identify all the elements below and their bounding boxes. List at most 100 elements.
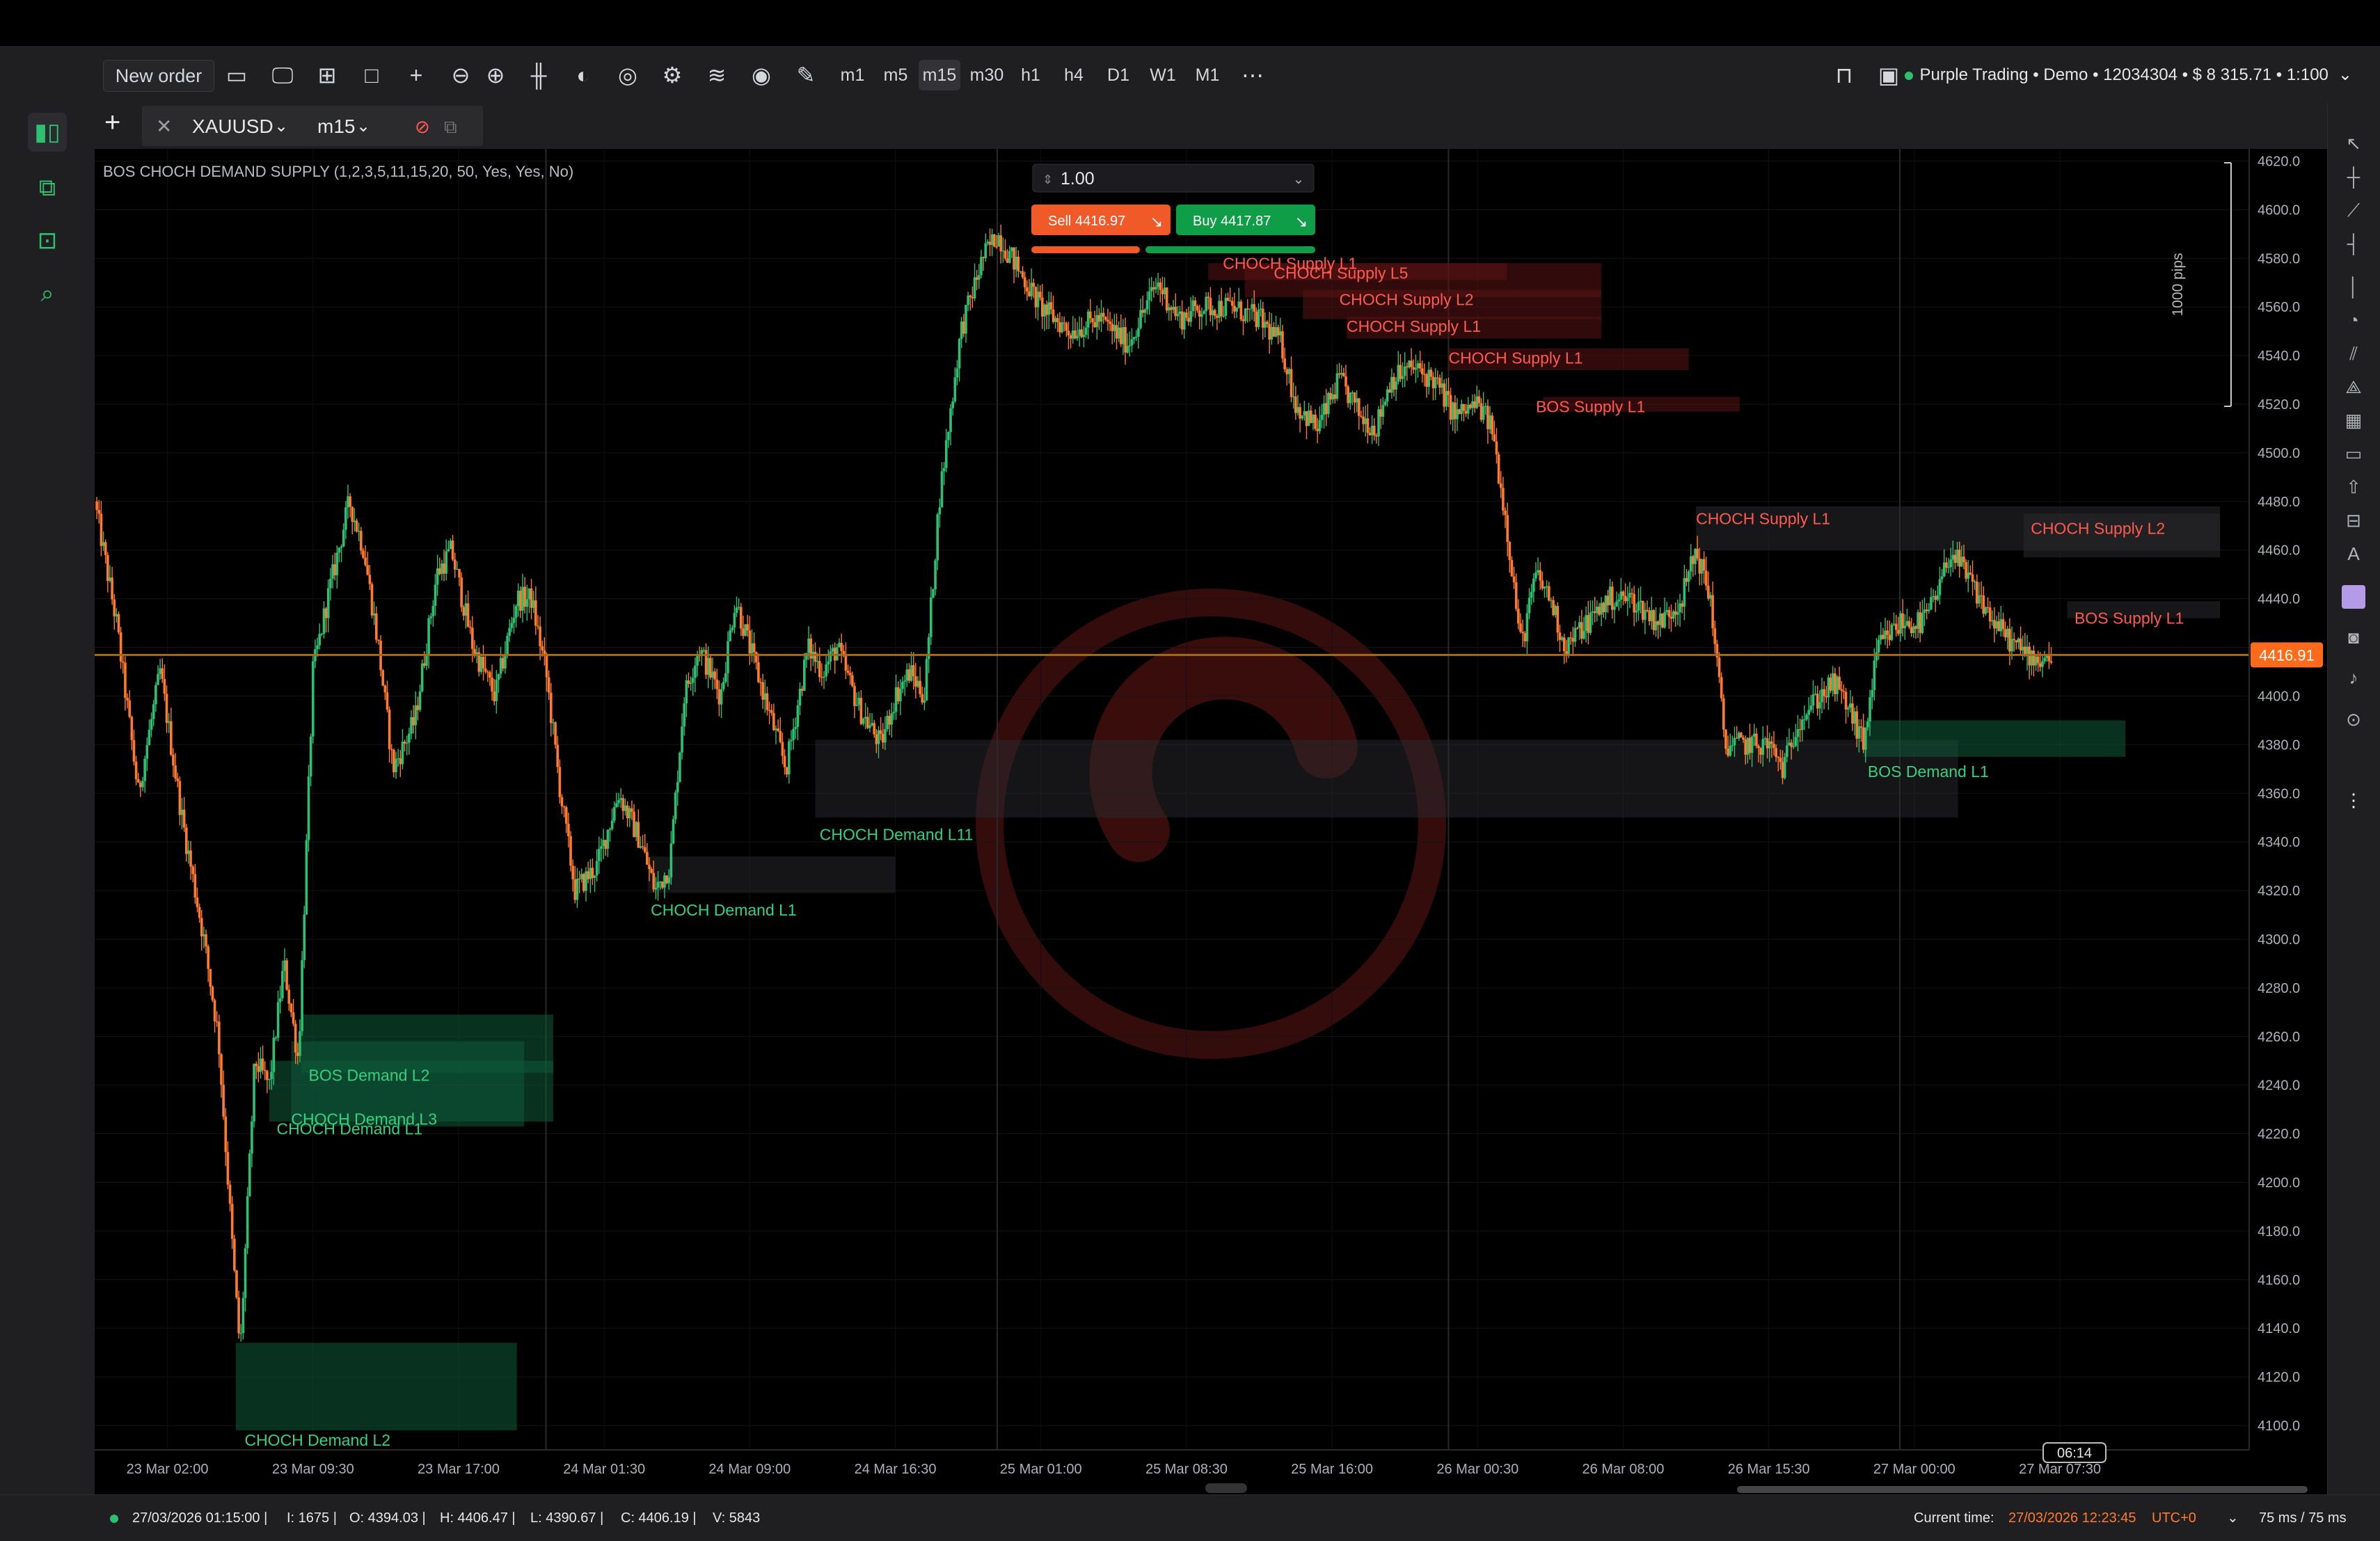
horizontal-scrollbar[interactable] xyxy=(1737,1486,2308,1493)
crosshair-tool-icon[interactable]: ┼ xyxy=(2340,163,2367,191)
candle-body xyxy=(198,907,201,918)
zone-label: BOS Supply L1 xyxy=(1536,398,1645,416)
indicator-icon[interactable]: ◐ xyxy=(568,60,598,90)
pitchfork-icon[interactable]: ⟁ xyxy=(2340,373,2367,401)
layout-panel-icon[interactable]: ▭ xyxy=(221,60,252,90)
volume-stepper-icon[interactable]: ⇕ xyxy=(1042,173,1053,186)
account-window-icon[interactable]: ▣ xyxy=(1873,60,1904,90)
candle-body xyxy=(1707,585,1710,599)
timeframe-m15[interactable]: m15 xyxy=(919,60,960,90)
symbol-selector[interactable]: XAUUSD xyxy=(192,113,273,141)
candle-body xyxy=(1993,620,1996,629)
candle-body xyxy=(1344,376,1347,387)
timeframe-selector[interactable]: m15 xyxy=(317,113,355,141)
candles-icon[interactable]: ╫ xyxy=(523,60,554,90)
candle-body xyxy=(370,584,374,616)
candle-body xyxy=(1401,376,1404,379)
timezone-selector[interactable]: UTC+0 xyxy=(2152,1508,2196,1528)
replay-icon[interactable]: ⊙ xyxy=(2340,705,2367,733)
candle-body xyxy=(2039,663,2042,667)
algo-mode-icon[interactable]: ⊡ xyxy=(28,221,67,260)
copy-mode-icon[interactable]: ⧉ xyxy=(28,168,67,207)
new-order-button[interactable]: New order xyxy=(103,60,214,92)
monitor-chart-icon[interactable]: 🖵 xyxy=(267,60,298,90)
grid-layout-icon[interactable]: ⊞ xyxy=(312,60,342,90)
analyze-mode-icon[interactable]: ⌕ xyxy=(28,274,67,313)
candle-body xyxy=(388,710,391,749)
account-info[interactable]: Purple Trading • Demo • 12034304 • $ 8 3… xyxy=(1904,60,2352,90)
layers-icon[interactable]: ≋ xyxy=(701,60,732,90)
single-layout-icon[interactable]: □ xyxy=(356,60,387,90)
candle-body xyxy=(1775,748,1777,757)
candle-body xyxy=(1600,602,1603,615)
crosshair-icon[interactable]: + xyxy=(401,60,431,90)
chart-mode-icon[interactable]: ▮▯ xyxy=(28,113,67,152)
timeframe-m1[interactable]: m1 xyxy=(835,60,870,90)
candle-body xyxy=(1128,345,1132,346)
candle-body xyxy=(1410,360,1413,367)
candle-body xyxy=(807,638,810,653)
timeframe-w1[interactable]: W1 xyxy=(1145,60,1180,90)
candle-body xyxy=(527,588,531,600)
fibonacci-icon[interactable]: ▦ xyxy=(2340,406,2367,434)
ruler-icon[interactable]: ⊟ xyxy=(2340,506,2367,534)
candle-body xyxy=(117,614,120,632)
price-tick-label: 4320.0 xyxy=(2258,884,2300,899)
color-picker-icon[interactable] xyxy=(2340,582,2367,609)
detach-icon[interactable]: ⧉ xyxy=(444,113,457,141)
eye-icon[interactable]: ◉ xyxy=(746,60,777,90)
zoom-in-icon[interactable]: ⊕ xyxy=(480,60,511,90)
chevron-down-icon[interactable]: ⌄ xyxy=(356,113,370,141)
timeframe-m30[interactable]: m30 xyxy=(966,60,1008,90)
candle-body xyxy=(152,704,155,719)
close-tab-icon[interactable]: ✕ xyxy=(156,113,172,141)
candle-body xyxy=(1676,612,1679,615)
text-tool-icon[interactable]: A xyxy=(2340,540,2367,568)
candle-body xyxy=(1927,609,1930,612)
alert-bell-icon[interactable]: ♪ xyxy=(2340,664,2367,692)
candle-body xyxy=(1456,409,1459,420)
horizontal-line-icon[interactable]: ┤ xyxy=(2340,230,2367,257)
arrow-up-icon[interactable]: ⇧ xyxy=(2340,473,2367,501)
chevron-down-icon[interactable]: ⌄ xyxy=(274,113,288,141)
chevron-down-icon[interactable]: ⌄ xyxy=(2227,1508,2239,1528)
timeframe-h1[interactable]: h1 xyxy=(1013,60,1048,90)
candle-body xyxy=(827,661,830,664)
timeframe-d1[interactable]: D1 xyxy=(1101,60,1136,90)
candle-body xyxy=(1180,311,1184,330)
candle-body xyxy=(1080,329,1084,337)
candle-body xyxy=(1163,287,1166,294)
candle-body xyxy=(2032,650,2036,666)
more-icon[interactable]: ⋯ xyxy=(1237,60,1268,90)
indicator-label[interactable]: BOS CHOCH DEMAND SUPPLY (1,2,3,5,11,15,2… xyxy=(103,163,573,180)
candle-body xyxy=(545,655,548,678)
trendline-icon[interactable]: ⟋ xyxy=(2340,196,2367,224)
screenshot-icon[interactable]: ◙ xyxy=(2340,623,2367,651)
cursor-icon[interactable]: ↖ xyxy=(2340,129,2367,157)
timeframe-m5[interactable]: m5 xyxy=(878,60,913,90)
channel-icon[interactable]: ⫽ xyxy=(2340,340,2367,367)
arc-tool-icon[interactable]: ◔ xyxy=(2340,306,2367,334)
rectangle-tool-icon[interactable]: ▭ xyxy=(2340,440,2367,468)
candle-body xyxy=(1746,737,1750,755)
chevron-down-icon[interactable]: ⌄ xyxy=(1293,172,1305,187)
candle-body xyxy=(486,671,489,673)
timeframe-mn1[interactable]: M1 xyxy=(1190,60,1225,90)
plugin-icon[interactable]: ⚙ xyxy=(657,60,688,90)
side-panel-handle-icon[interactable]: ⋮ xyxy=(2340,786,2367,814)
price-tick-label: 4580.0 xyxy=(2258,251,2300,266)
candle-body xyxy=(1997,621,2000,632)
candle-body xyxy=(1353,392,1356,403)
zoom-out-icon[interactable]: ⊖ xyxy=(445,60,476,90)
robot-icon[interactable]: ◎ xyxy=(612,60,643,90)
candle-body xyxy=(1750,736,1754,753)
drawing-icon[interactable]: ✎ xyxy=(791,60,821,90)
unlink-icon[interactable]: ⊘ xyxy=(415,113,430,141)
trade-icon[interactable]: ⊓ xyxy=(1829,60,1859,90)
scroll-handle[interactable] xyxy=(1205,1483,1247,1493)
timeframe-h4[interactable]: h4 xyxy=(1056,60,1091,90)
add-chart-icon[interactable]: + xyxy=(104,109,120,136)
vertical-line-icon[interactable]: │ xyxy=(2340,273,2367,301)
candle-body xyxy=(798,688,802,706)
price-chart[interactable]: CHOCH Supply L1 CHOCH Supply L5 CHOCH Supp… xyxy=(95,149,2327,1494)
